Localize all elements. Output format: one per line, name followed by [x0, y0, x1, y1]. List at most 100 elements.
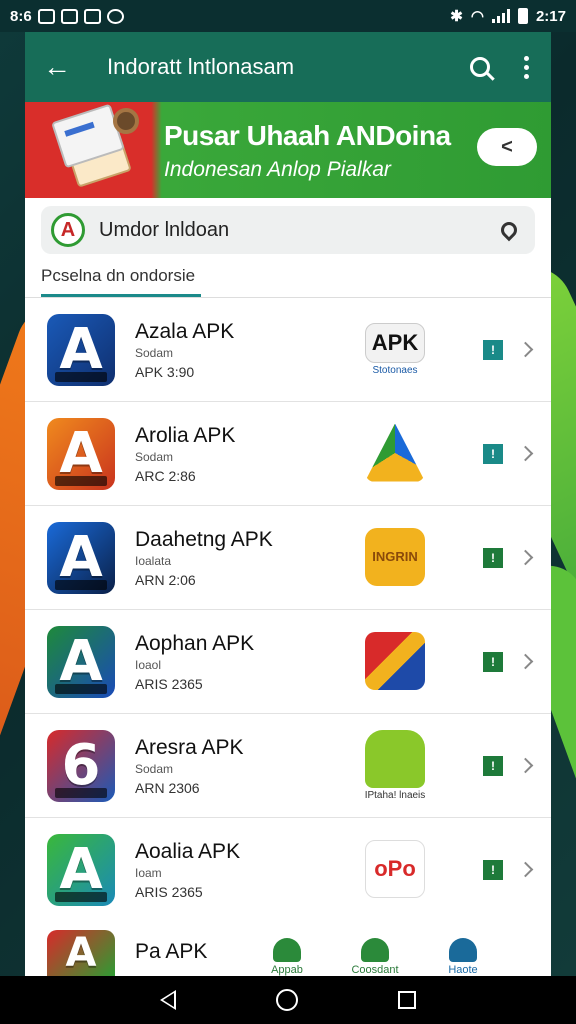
list-item[interactable]: A Arolia APK Sodam ARC 2:86 ! — [25, 402, 551, 506]
bottom-nav-item[interactable]: Appab — [257, 938, 317, 976]
app-icon: A — [47, 833, 115, 906]
arrow-left-icon[interactable]: ← — [43, 51, 87, 83]
share-icon[interactable]: < — [477, 128, 537, 166]
app-version: ARN 2:06 — [135, 571, 196, 588]
bottom-nav: Appab Coosdant Haote — [257, 938, 551, 976]
download-icon[interactable]: ! — [483, 547, 503, 568]
app-subtitle: Sodam — [135, 761, 174, 776]
battery-icon — [517, 8, 528, 24]
app-list: A Azala APK Sodam APK 3:90 APK Stotonaes… — [25, 298, 551, 922]
app-thumbnail[interactable] — [365, 631, 425, 690]
nav-recent-icon[interactable] — [398, 991, 416, 1009]
app-thumbnail[interactable] — [365, 730, 425, 788]
app-subtitle: Sodam — [135, 345, 174, 360]
bottom-nav-label: Appab — [271, 964, 303, 976]
list-item[interactable]: A Aoalia APK Ioam ARIS 2365 oPo ! — [25, 818, 551, 922]
app-bar: ← Indoratt lntlonasam — [25, 32, 551, 102]
nav-home-icon[interactable] — [276, 989, 298, 1011]
app-subtitle: Sodam — [135, 449, 174, 464]
bottom-nav-item[interactable]: Coosdant — [345, 938, 405, 976]
app-icon-badge — [55, 579, 107, 590]
notification-icon — [60, 8, 78, 24]
app-thumbnail[interactable]: APK — [365, 323, 425, 363]
bottom-nav-label: Haote — [448, 964, 478, 976]
bottom-nav-item[interactable]: Haote — [433, 938, 493, 976]
location-pin-icon[interactable] — [497, 218, 521, 242]
search-icon[interactable] — [470, 57, 490, 77]
app-icon: 6 — [47, 729, 115, 802]
notification-icon — [37, 8, 55, 24]
partial-list-item: A Pa APK Appab Coosdant Haote — [25, 916, 551, 976]
list-item[interactable]: A Aophan APK Ioaol ARIS 2365 ! — [25, 610, 551, 714]
section-tab[interactable]: Pcselna dn ondorsie — [41, 266, 201, 297]
thumbnail-caption: IPtaha! lnaeis — [364, 790, 426, 801]
search-value: Umdor lnldoan — [99, 218, 230, 241]
status-time-right: 2:17 — [535, 7, 566, 25]
app-version: ARN 2306 — [135, 779, 200, 796]
app-icon-badge — [55, 683, 107, 694]
app-name: Azala APK — [135, 319, 235, 343]
chevron-right-icon[interactable] — [517, 653, 534, 670]
download-icon[interactable]: ! — [483, 339, 503, 360]
download-icon[interactable]: ! — [483, 651, 503, 672]
list-item[interactable]: 6 Aresra APK Sodam ARN 2306 IPtaha! lnae… — [25, 714, 551, 818]
app-icon: A — [47, 521, 115, 594]
app-name: Arolia APK — [135, 423, 236, 447]
list-item[interactable]: A Daahetng APK Ioalata ARN 2:06 INGRIN ! — [25, 506, 551, 610]
banner-illustration — [25, 102, 160, 198]
app-logo-icon: A — [51, 213, 85, 247]
person-icon — [449, 938, 477, 962]
app-version: ARIS 2365 — [135, 883, 203, 900]
search-input[interactable]: A Umdor lnldoan — [41, 206, 535, 254]
notification-icon — [83, 8, 101, 24]
download-icon[interactable]: ! — [483, 443, 503, 464]
chevron-right-icon[interactable] — [517, 445, 534, 462]
app-icon: A — [47, 930, 115, 976]
app-thumbnail[interactable]: INGRIN — [365, 527, 425, 586]
app-subtitle: Ioam — [135, 865, 162, 880]
banner-subtitle: Indonesan Anlop Pialkar — [164, 158, 391, 181]
promo-banner[interactable]: Pusar Uhaah ANDoina Indonesan Anlop Pial… — [25, 102, 551, 198]
page-title: Indoratt lntlonasam — [107, 54, 295, 79]
app-icon-badge — [55, 787, 107, 798]
app-thumbnail[interactable] — [365, 423, 425, 482]
app-thumbnail[interactable]: oPo — [365, 839, 425, 898]
app-icon: A — [47, 313, 115, 386]
more-vert-icon[interactable] — [524, 55, 529, 79]
nav-back-icon[interactable] — [160, 990, 176, 1010]
app-subtitle: Ioaol — [135, 657, 162, 672]
status-time-left: 8:6 — [10, 7, 32, 25]
thumbnail-caption: Stotonaes — [372, 365, 418, 376]
status-bar: 8:6 ✱ ◠ 2:17 — [0, 0, 576, 32]
download-icon[interactable]: ! — [483, 755, 503, 776]
app-name: Pa APK — [135, 940, 208, 963]
chevron-right-icon[interactable] — [517, 341, 534, 358]
robot-icon — [273, 938, 301, 962]
app-name: Aresra APK — [135, 735, 244, 759]
signal-icon — [491, 9, 510, 23]
app-icon: A — [47, 417, 115, 490]
list-item[interactable]: A Azala APK Sodam APK 3:90 APK Stotonaes… — [25, 298, 551, 402]
app-version: APK 3:90 — [135, 363, 195, 380]
chevron-right-icon[interactable] — [517, 549, 534, 566]
app-icon-badge — [55, 475, 107, 486]
app-icon: A — [47, 625, 115, 698]
chevron-right-icon[interactable] — [517, 757, 534, 774]
download-icon[interactable]: ! — [483, 859, 503, 880]
chevron-right-icon[interactable] — [517, 861, 534, 878]
app-name: Aophan APK — [135, 631, 255, 655]
bottom-nav-label: Coosdant — [351, 964, 399, 976]
wifi-icon: ◠ — [470, 8, 484, 25]
banner-title: Pusar Uhaah ANDoina — [164, 120, 451, 151]
notification-icon — [106, 8, 124, 24]
app-icon-badge — [55, 891, 107, 902]
app-subtitle: Ioalata — [135, 553, 172, 568]
app-icon-badge — [55, 371, 107, 382]
android-icon — [361, 938, 389, 962]
app-name: Aoalia APK — [135, 839, 241, 863]
app-name: Daahetng APK — [135, 527, 273, 551]
app-screen: ← Indoratt lntlonasam Pusar Uhaah ANDoin… — [25, 32, 551, 976]
bluetooth-icon: ✱ — [450, 8, 463, 25]
app-version: ARC 2:86 — [135, 467, 196, 484]
app-version: ARIS 2365 — [135, 675, 203, 692]
